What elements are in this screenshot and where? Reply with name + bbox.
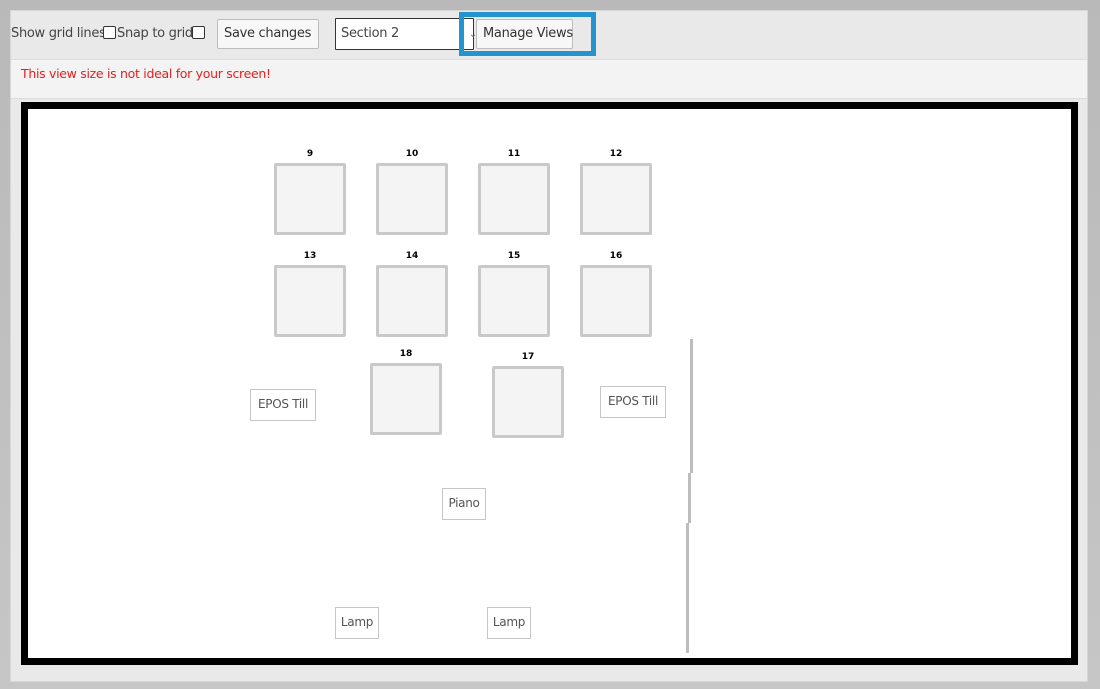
layout-editor-panel: Show grid lines Snap to grid Save change… <box>10 10 1088 682</box>
wall-divider <box>688 473 691 523</box>
lamp-item[interactable]: Lamp <box>487 607 531 639</box>
table-14[interactable] <box>376 265 448 337</box>
table-label: 16 <box>609 251 623 261</box>
show-grid-lines-checkbox[interactable] <box>103 26 116 39</box>
table-label: 15 <box>507 251 521 261</box>
warning-text: This view size is not ideal for your scr… <box>21 66 271 81</box>
table-label: 14 <box>405 251 419 261</box>
table-label: 11 <box>507 149 521 159</box>
table-11[interactable] <box>478 163 550 235</box>
table-15[interactable] <box>478 265 550 337</box>
table-label: 12 <box>609 149 623 159</box>
manage-views-highlight <box>459 12 596 56</box>
table-label: 9 <box>306 149 314 159</box>
table-label: 17 <box>521 352 535 362</box>
floor-plan-canvas: 9 10 11 12 13 14 15 16 18 17 EPOS Till E… <box>21 102 1078 665</box>
table-17[interactable] <box>492 366 564 438</box>
wall-divider <box>686 523 689 653</box>
table-18[interactable] <box>370 363 442 435</box>
show-grid-lines-label: Show grid lines <box>11 26 106 41</box>
save-changes-button[interactable]: Save changes <box>217 19 319 49</box>
epos-till-item[interactable]: EPOS Till <box>250 389 316 421</box>
warning-bar: This view size is not ideal for your scr… <box>11 59 1087 99</box>
table-16[interactable] <box>580 265 652 337</box>
epos-till-item[interactable]: EPOS Till <box>600 386 666 418</box>
snap-to-grid-label: Snap to grid <box>117 26 193 41</box>
table-label: 10 <box>405 149 419 159</box>
table-label: 13 <box>303 251 317 261</box>
section-select-value: Section 2 <box>341 26 400 41</box>
lamp-item[interactable]: Lamp <box>335 607 379 639</box>
table-label: 18 <box>399 349 413 359</box>
table-9[interactable] <box>274 163 346 235</box>
wall-divider <box>690 339 693 473</box>
piano-item[interactable]: Piano <box>442 488 486 520</box>
table-12[interactable] <box>580 163 652 235</box>
table-13[interactable] <box>274 265 346 337</box>
toolbar: Show grid lines Snap to grid Save change… <box>11 11 1087 57</box>
snap-to-grid-checkbox[interactable] <box>192 26 205 39</box>
section-select[interactable]: Section 2 ⌄ <box>335 18 477 50</box>
table-10[interactable] <box>376 163 448 235</box>
